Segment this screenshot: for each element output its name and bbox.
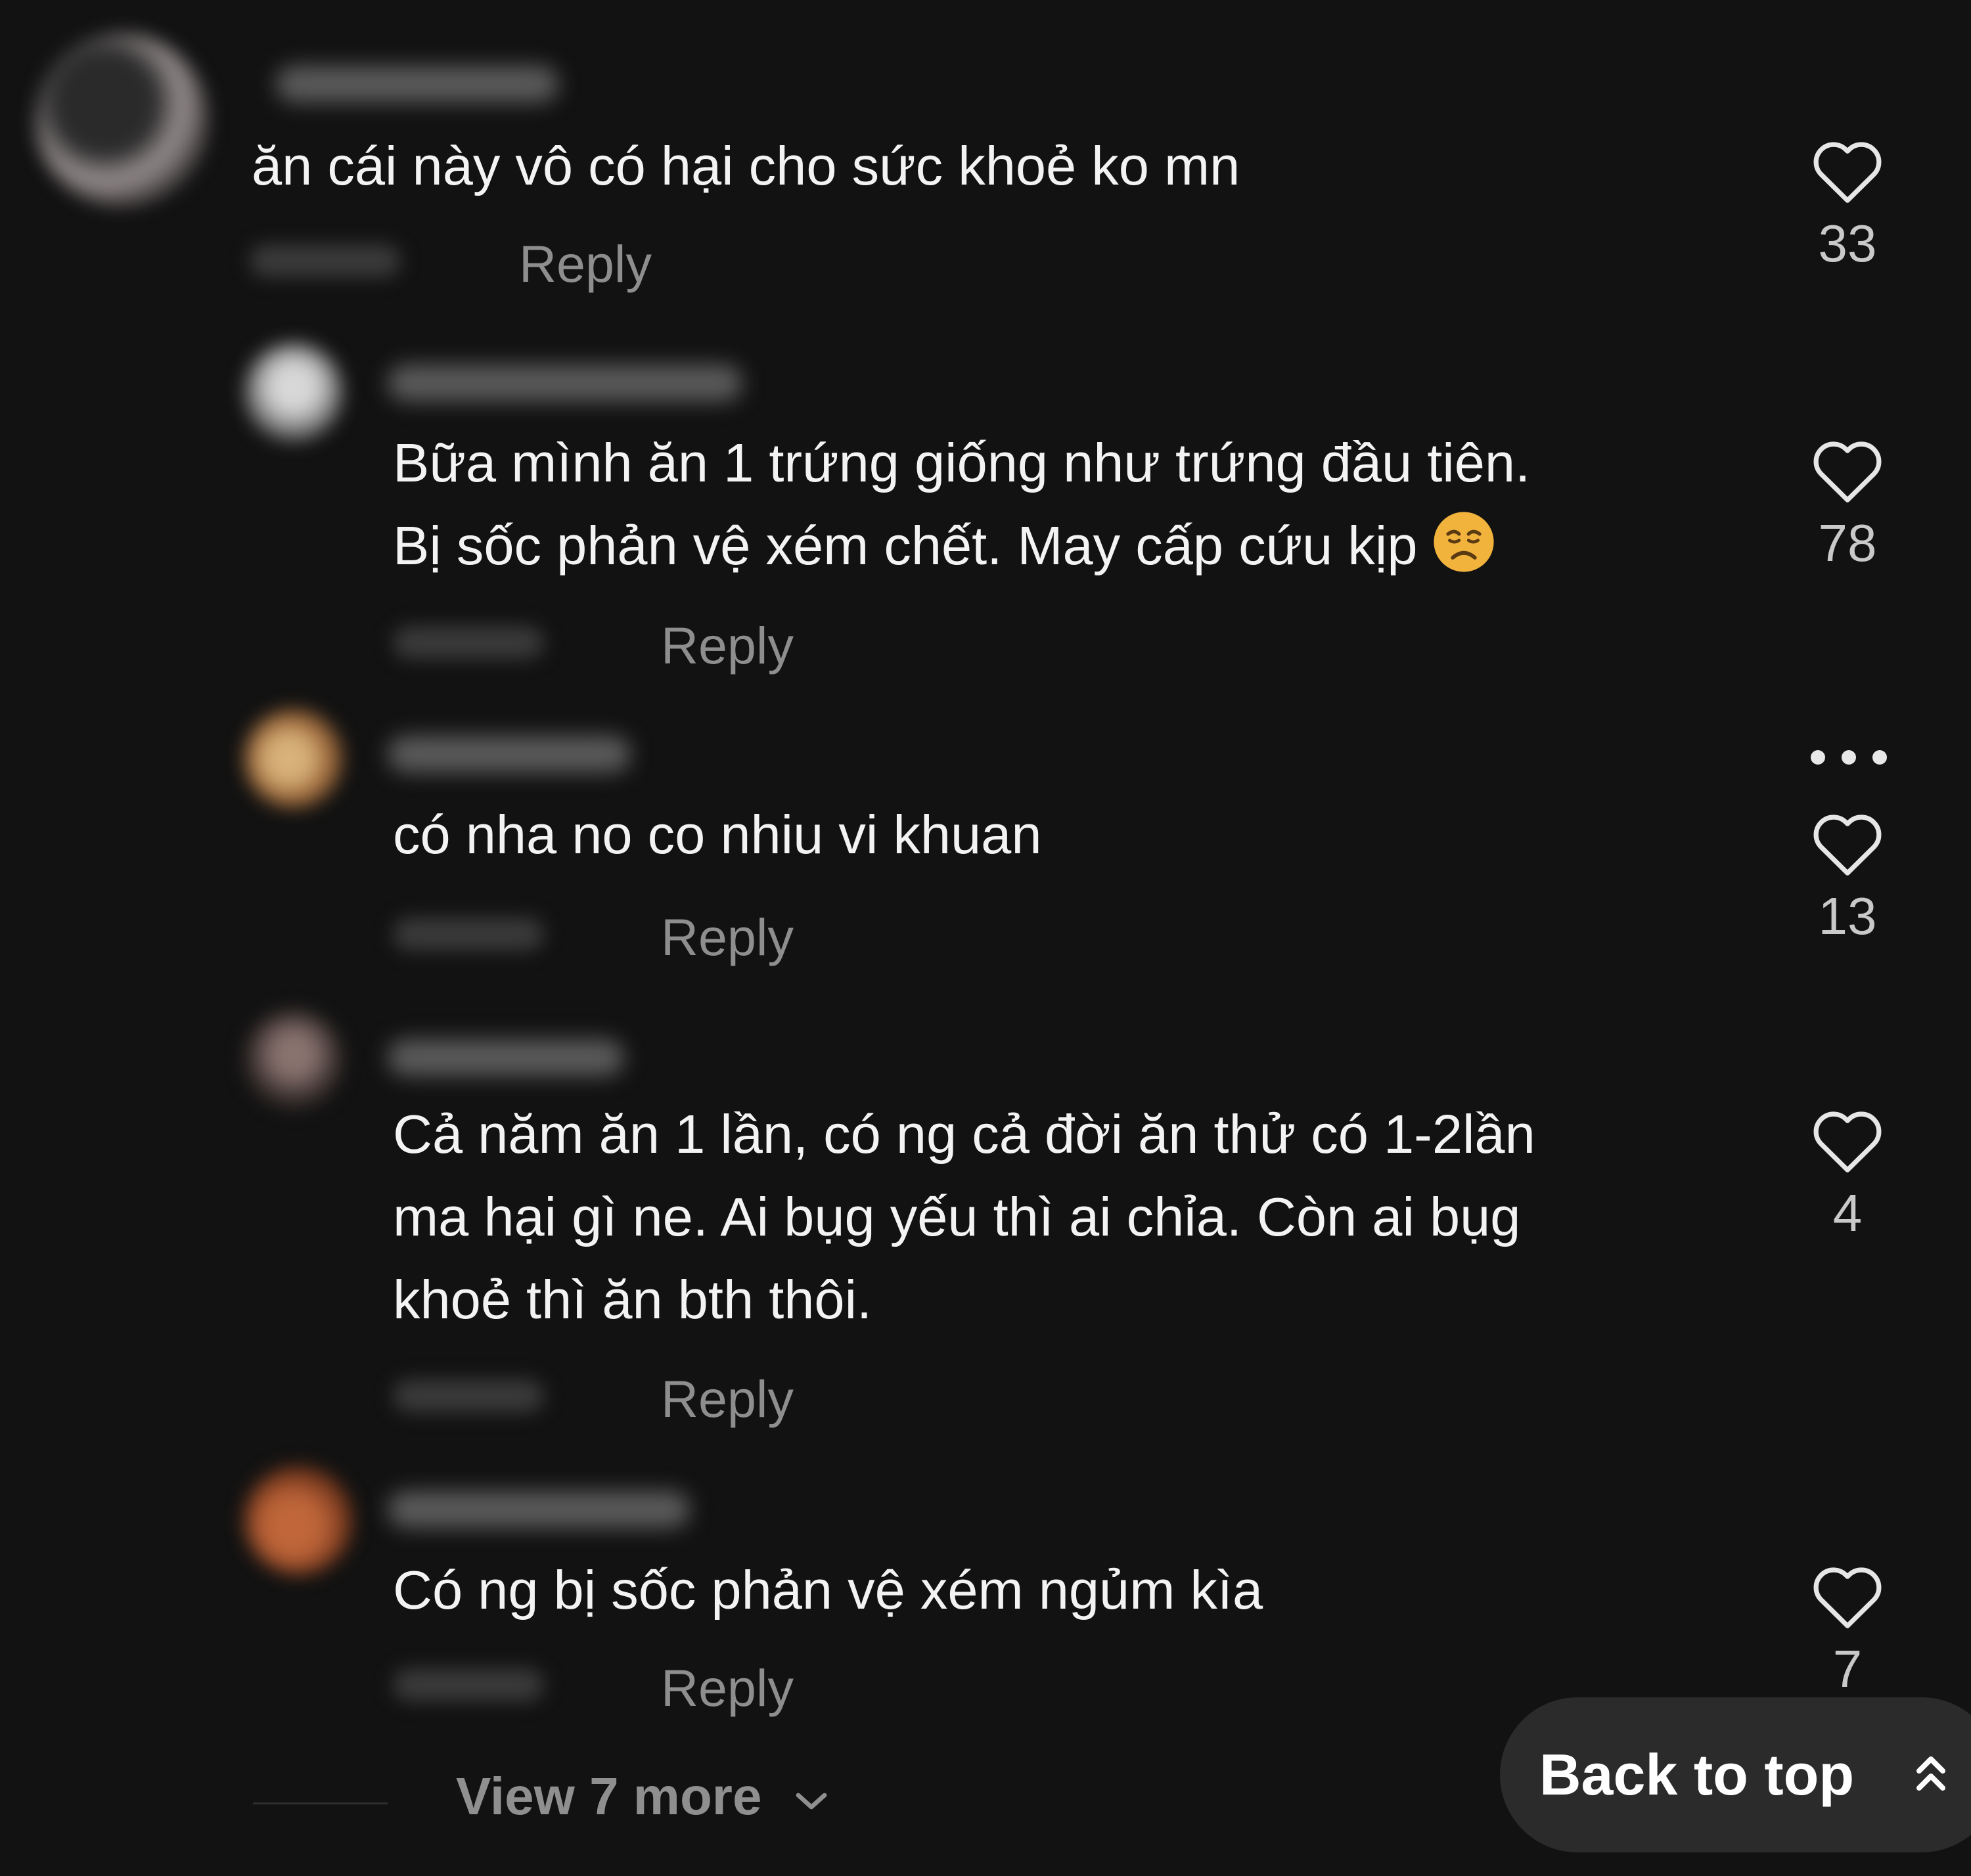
reply-button[interactable]: Reply xyxy=(661,619,794,672)
avatar[interactable] xyxy=(36,34,208,206)
timestamp xyxy=(393,1379,544,1412)
heart-outline-icon[interactable] xyxy=(1811,1565,1884,1630)
chevron-down-icon xyxy=(796,1793,827,1810)
username[interactable] xyxy=(388,1491,690,1528)
heart-outline-icon[interactable] xyxy=(1811,139,1884,205)
back-to-top-button[interactable]: Back to top xyxy=(1500,1697,1971,1852)
heart-outline-icon[interactable] xyxy=(1811,439,1884,504)
comment-meta: Reply xyxy=(393,911,853,964)
like-button[interactable]: 13 xyxy=(1801,812,1893,946)
weary-face-emoji xyxy=(1433,512,1494,572)
like-count: 78 xyxy=(1818,514,1877,572)
timestamp xyxy=(393,1668,544,1701)
like-button[interactable]: 78 xyxy=(1801,439,1893,573)
like-button[interactable]: 4 xyxy=(1801,1109,1893,1243)
reply-button[interactable]: Reply xyxy=(519,238,652,290)
comment-text: Cả năm ăn 1 lần, có ng cả đời ăn thử có … xyxy=(393,1104,1535,1330)
avatar[interactable] xyxy=(244,1010,343,1109)
comment-text: có nha no co nhiu vi khuan xyxy=(393,804,1042,865)
username[interactable] xyxy=(276,66,558,102)
timestamp xyxy=(393,918,544,950)
avatar[interactable] xyxy=(244,1466,353,1574)
username[interactable] xyxy=(388,365,742,401)
reply-button[interactable]: Reply xyxy=(661,1373,794,1425)
like-count: 7 xyxy=(1832,1640,1863,1698)
heart-outline-icon[interactable] xyxy=(1811,812,1884,878)
comment-text: ăn cái này vô có hại cho sức khoẻ ko mn xyxy=(252,135,1240,196)
comment-meta: Reply xyxy=(393,619,853,672)
view-more-button[interactable]: View 7 more xyxy=(456,1767,831,1826)
like-count: 4 xyxy=(1832,1184,1863,1242)
comment-text: Bữa mình ăn 1 trứng giống như trứng đầu … xyxy=(393,432,1531,576)
comment-text: Có ng bị sốc phản vệ xém ngủm kìa xyxy=(393,1559,1263,1620)
comment-meta: Reply xyxy=(393,1662,853,1714)
comment-meta: Reply xyxy=(393,1373,853,1425)
reply-button[interactable]: Reply xyxy=(661,911,794,964)
view-more-label: View 7 more xyxy=(456,1767,762,1825)
like-count: 33 xyxy=(1818,214,1877,273)
timestamp xyxy=(250,244,401,277)
divider xyxy=(253,1802,388,1804)
avatar[interactable] xyxy=(244,343,343,441)
like-button[interactable]: 7 xyxy=(1801,1565,1893,1699)
avatar[interactable] xyxy=(244,709,343,808)
like-button[interactable]: 33 xyxy=(1801,139,1893,273)
more-options-icon[interactable] xyxy=(1805,745,1892,771)
double-chevron-up-icon xyxy=(1916,1756,1945,1791)
comment-meta: Reply xyxy=(250,238,710,290)
heart-outline-icon[interactable] xyxy=(1811,1109,1884,1174)
back-to-top-label: Back to top xyxy=(1539,1742,1855,1807)
username[interactable] xyxy=(388,1039,624,1076)
like-count: 13 xyxy=(1818,887,1877,945)
reply-button[interactable]: Reply xyxy=(661,1662,794,1714)
username[interactable] xyxy=(388,736,631,772)
timestamp xyxy=(393,626,544,659)
